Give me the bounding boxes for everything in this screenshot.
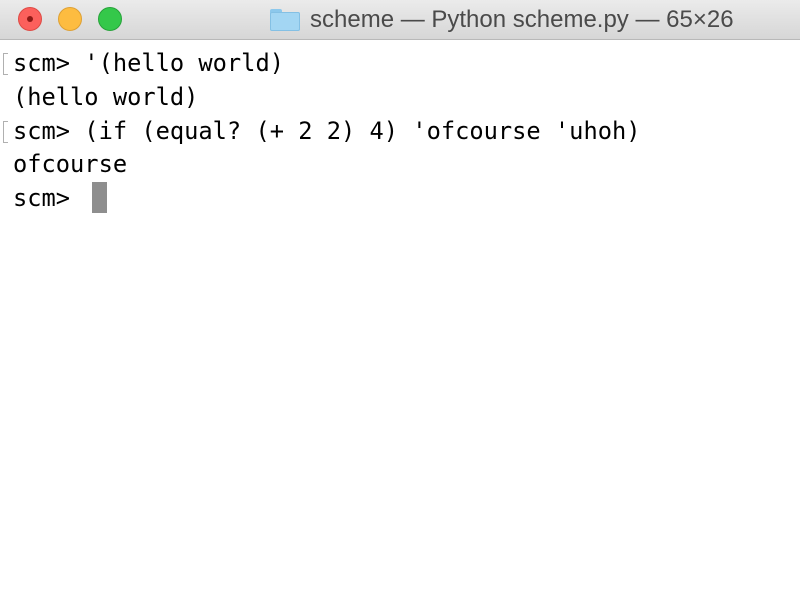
zoom-button[interactable] [98,7,122,31]
command-mark-icon [3,121,8,143]
title-bar[interactable]: scheme — Python scheme.py — 65×26 [0,0,800,40]
close-dot-icon [27,16,33,22]
terminal-line-output-1: (hello world) [13,83,199,111]
close-button[interactable] [18,7,42,31]
terminal-line-prompt-2: scm> (if (equal? (+ 2 2) 4) 'ofcourse 'u… [13,117,641,145]
window-title: scheme — Python scheme.py — 65×26 [310,6,734,33]
window-title-group: scheme — Python scheme.py — 65×26 [270,0,734,40]
terminal-window: scheme — Python scheme.py — 65×26 scm> '… [0,0,800,600]
text-cursor [92,182,107,213]
folder-icon [270,9,300,31]
command-mark-icon [3,53,8,75]
terminal-output[interactable]: scm> '(hello world) (hello world) scm> (… [0,40,800,600]
minimize-button[interactable] [58,7,82,31]
terminal-line-prompt-3: scm> [13,184,85,212]
terminal-line-prompt-1: scm> '(hello world) [13,49,284,77]
terminal-line-output-2: ofcourse [13,150,128,178]
